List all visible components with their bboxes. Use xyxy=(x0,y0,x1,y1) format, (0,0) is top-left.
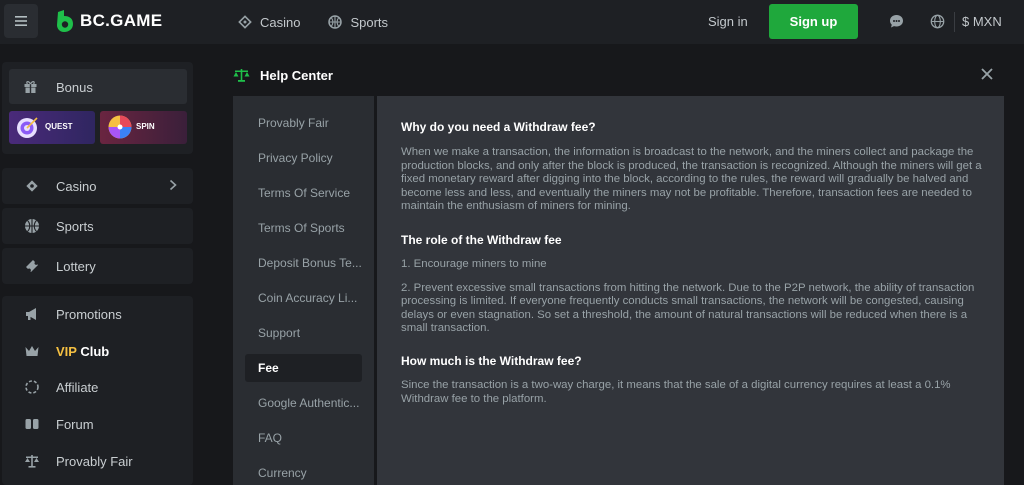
help-center-title: Help Center xyxy=(260,68,333,83)
logo[interactable]: BC.GAME xyxy=(56,10,162,32)
sidebar-item-provably-fair[interactable]: Provably Fair xyxy=(2,443,193,479)
globe-icon[interactable] xyxy=(930,14,945,29)
sidebar-item-bonus-label: Bonus xyxy=(56,80,93,95)
help-menu-item[interactable]: Terms Of Service xyxy=(245,179,362,207)
basketball-icon xyxy=(25,219,39,233)
sidebar-item-affiliate[interactable]: Affiliate xyxy=(2,369,193,405)
scale-icon xyxy=(233,69,250,82)
basketball-icon xyxy=(328,15,343,29)
quest-tile[interactable]: QUEST xyxy=(9,111,95,144)
help-menu-item[interactable]: Google Authentic... xyxy=(245,389,362,417)
section-heading-role: The role of the Withdraw fee xyxy=(401,232,562,247)
chevron-right-icon xyxy=(169,179,177,191)
header-divider xyxy=(954,12,955,32)
help-menu-item[interactable]: Support xyxy=(245,319,362,347)
sign-in-link[interactable]: Sign in xyxy=(708,14,748,29)
section-paragraph-role-1: 1. Encourage miners to mine xyxy=(401,257,547,270)
help-menu-item[interactable]: Terms Of Sports xyxy=(245,214,362,242)
sidebar-item-forum-label: Forum xyxy=(56,416,94,432)
chat-icon[interactable] xyxy=(889,14,904,29)
logo-text: BC.GAME xyxy=(80,11,163,30)
logo-icon xyxy=(57,10,73,32)
sidebar: Bonus QUEST SPIN Casino Sports Lottery P… xyxy=(0,44,200,485)
scale-icon xyxy=(25,455,39,468)
casino-icon xyxy=(238,15,252,29)
menu-toggle-button[interactable] xyxy=(4,4,38,38)
help-menu-item[interactable]: Fee xyxy=(245,354,362,382)
casino-icon xyxy=(26,180,38,192)
section-paragraph-role-2: 2. Prevent excessive small transactions … xyxy=(401,281,975,335)
affiliate-icon xyxy=(25,380,39,394)
sidebar-bonus-group: Bonus QUEST SPIN xyxy=(2,62,193,154)
hamburger-icon xyxy=(15,16,27,26)
help-article: Why do you need a Withdraw fee? When we … xyxy=(401,120,987,406)
help-menu-item[interactable]: Deposit Bonus Te... xyxy=(245,249,362,277)
sidebar-item-affiliate-label: Affiliate xyxy=(56,379,99,395)
nav-sports[interactable]: Sports xyxy=(328,15,388,30)
sign-up-button[interactable]: Sign up xyxy=(769,4,858,39)
sidebar-more-group: Promotions VIP Club Affiliate Forum Prov… xyxy=(2,296,193,485)
help-menu-item[interactable]: Coin Accuracy Li... xyxy=(245,284,362,312)
section-heading-how-much: How much is the Withdraw fee? xyxy=(401,353,582,368)
sidebar-item-promotions[interactable]: Promotions xyxy=(2,296,193,332)
target-icon xyxy=(17,117,38,138)
section-paragraph-why: When we make a transaction, the informat… xyxy=(401,146,982,213)
sidebar-item-casino[interactable]: Casino xyxy=(2,168,193,204)
spin-label: SPIN xyxy=(136,122,155,131)
club-text: Club xyxy=(80,343,110,359)
lottery-ticket-icon xyxy=(26,260,38,272)
sidebar-item-forum[interactable]: Forum xyxy=(2,406,193,442)
top-header: BC.GAME Casino Sports Sign in Sign up $ … xyxy=(0,0,1024,44)
nav-sports-label: Sports xyxy=(350,14,389,30)
sidebar-item-vip-club[interactable]: VIP Club xyxy=(2,333,193,369)
nav-casino-label: Casino xyxy=(260,14,301,30)
help-menu-item[interactable]: Provably Fair xyxy=(245,109,362,137)
sidebar-item-promotions-label: Promotions xyxy=(56,306,122,322)
currency-selector[interactable]: $ MXN xyxy=(962,14,1002,29)
section-heading-why: Why do you need a Withdraw fee? xyxy=(401,120,596,134)
vip-text: VIP xyxy=(56,343,77,359)
crown-icon xyxy=(25,346,39,356)
top-nav: Casino Sports xyxy=(238,0,388,44)
sidebar-item-lottery-label: Lottery xyxy=(56,259,96,274)
megaphone-icon xyxy=(26,308,36,320)
wheel-icon xyxy=(108,115,132,139)
help-menu-item[interactable]: FAQ xyxy=(245,424,362,452)
sidebar-item-lottery[interactable]: Lottery xyxy=(2,248,193,284)
gift-icon xyxy=(24,81,37,93)
sidebar-item-provably-fair-label: Provably Fair xyxy=(56,453,133,469)
spin-tile[interactable]: SPIN xyxy=(100,111,187,144)
quest-label: QUEST xyxy=(45,122,73,131)
sidebar-item-casino-label: Casino xyxy=(56,179,97,194)
forum-icon xyxy=(25,419,39,429)
help-menu-item[interactable]: Currency xyxy=(245,459,362,485)
vip-club-label: VIP Club xyxy=(56,344,109,359)
sidebar-item-sports-label: Sports xyxy=(56,219,94,234)
help-menu-item[interactable]: Privacy Policy xyxy=(245,144,362,172)
sidebar-item-sports[interactable]: Sports xyxy=(2,208,193,244)
nav-casino[interactable]: Casino xyxy=(238,15,300,30)
sidebar-item-bonus[interactable]: Bonus xyxy=(9,69,187,104)
close-icon[interactable] xyxy=(979,66,995,82)
section-paragraph-how-much: Since the transaction is a two-way charg… xyxy=(401,378,951,405)
